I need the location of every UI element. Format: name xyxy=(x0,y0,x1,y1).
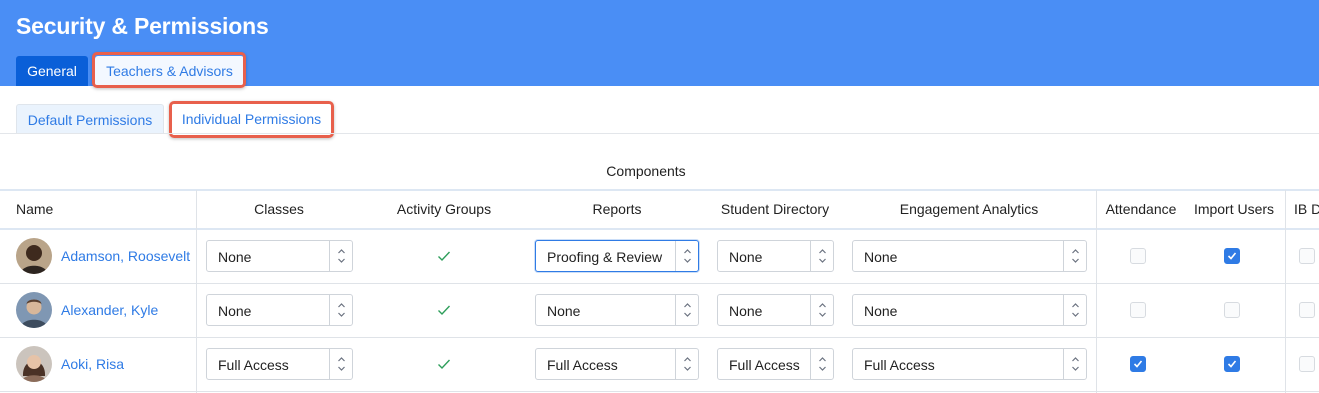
check-icon xyxy=(1133,360,1143,368)
subtab-default-permissions[interactable]: Default Permissions xyxy=(16,104,164,134)
column-header-attendance: Attendance xyxy=(1105,201,1177,217)
column-header-engagement-analytics: Engagement Analytics xyxy=(899,201,1039,217)
components-group-header: Components xyxy=(606,163,686,179)
reports-select[interactable]: Full Access xyxy=(535,348,699,380)
tab-general[interactable]: General xyxy=(16,56,88,86)
check-icon xyxy=(1227,360,1237,368)
checkmark-icon xyxy=(438,359,451,370)
attendance-checkbox[interactable] xyxy=(1130,302,1146,318)
checkmark-icon xyxy=(438,251,451,262)
engagement-analytics-select[interactable]: Full Access xyxy=(852,348,1087,380)
column-header-classes: Classes xyxy=(254,201,304,217)
import-users-checkbox[interactable] xyxy=(1224,356,1240,372)
column-divider xyxy=(1285,190,1286,393)
stepper-chevrons-icon xyxy=(675,349,698,379)
subtab-individual-permissions[interactable]: Individual Permissions xyxy=(172,104,331,134)
ib-checkbox[interactable] xyxy=(1299,248,1315,264)
column-header-ib: IB D xyxy=(1294,201,1319,217)
ib-checkbox[interactable] xyxy=(1299,302,1315,318)
classes-select[interactable]: None xyxy=(206,240,353,272)
stepper-chevrons-icon xyxy=(810,241,833,271)
page-header: Security & Permissions General Teachers … xyxy=(0,0,1319,86)
subtabs-divider xyxy=(0,133,1319,134)
stepper-chevrons-icon xyxy=(329,349,352,379)
column-header-name: Name xyxy=(16,201,54,217)
reports-select[interactable]: None xyxy=(535,294,699,326)
student-directory-select[interactable]: Full Access xyxy=(717,348,834,380)
person-name-link[interactable]: Alexander, Kyle xyxy=(61,302,158,318)
stepper-chevrons-icon xyxy=(1063,349,1086,379)
student-directory-select[interactable]: None xyxy=(717,294,834,326)
stepper-chevrons-icon xyxy=(329,295,352,325)
table-header-top-line xyxy=(0,189,1319,191)
attendance-checkbox[interactable] xyxy=(1130,356,1146,372)
stepper-chevrons-icon xyxy=(675,295,698,325)
engagement-analytics-select[interactable]: None xyxy=(852,240,1087,272)
row-divider xyxy=(0,283,1319,284)
person-name-link[interactable]: Adamson, Roosevelt xyxy=(61,248,190,264)
person-avatar-icon xyxy=(16,346,52,382)
tab-teachers-advisors[interactable]: Teachers & Advisors xyxy=(95,56,244,86)
stepper-chevrons-icon xyxy=(1063,241,1086,271)
checkmark-icon xyxy=(438,305,451,316)
import-users-checkbox[interactable] xyxy=(1224,302,1240,318)
stepper-chevrons-icon xyxy=(810,295,833,325)
row-divider xyxy=(0,391,1319,392)
column-header-import-users: Import Users xyxy=(1193,201,1275,217)
classes-select[interactable]: None xyxy=(206,294,353,326)
page-title: Security & Permissions xyxy=(16,13,269,39)
person-avatar-icon xyxy=(16,238,52,274)
column-header-reports: Reports xyxy=(592,201,642,217)
column-header-activity-groups: Activity Groups xyxy=(396,201,492,217)
person-name-link[interactable]: Aoki, Risa xyxy=(61,356,124,372)
column-header-student-directory: Student Directory xyxy=(720,201,830,217)
stepper-chevrons-icon xyxy=(1063,295,1086,325)
student-directory-select[interactable]: None xyxy=(717,240,834,272)
table-header-bottom-line xyxy=(0,228,1319,230)
import-users-checkbox[interactable] xyxy=(1224,248,1240,264)
stepper-chevrons-icon xyxy=(810,349,833,379)
reports-select[interactable]: Proofing & Review xyxy=(535,240,699,272)
attendance-checkbox[interactable] xyxy=(1130,248,1146,264)
column-divider xyxy=(1096,190,1097,393)
stepper-chevrons-icon xyxy=(329,241,352,271)
stepper-chevrons-icon xyxy=(675,241,698,271)
ib-checkbox[interactable] xyxy=(1299,356,1315,372)
engagement-analytics-select[interactable]: None xyxy=(852,294,1087,326)
column-divider xyxy=(196,190,197,393)
person-avatar-icon xyxy=(16,292,52,328)
classes-select[interactable]: Full Access xyxy=(206,348,353,380)
check-icon xyxy=(1227,252,1237,260)
row-divider xyxy=(0,337,1319,338)
